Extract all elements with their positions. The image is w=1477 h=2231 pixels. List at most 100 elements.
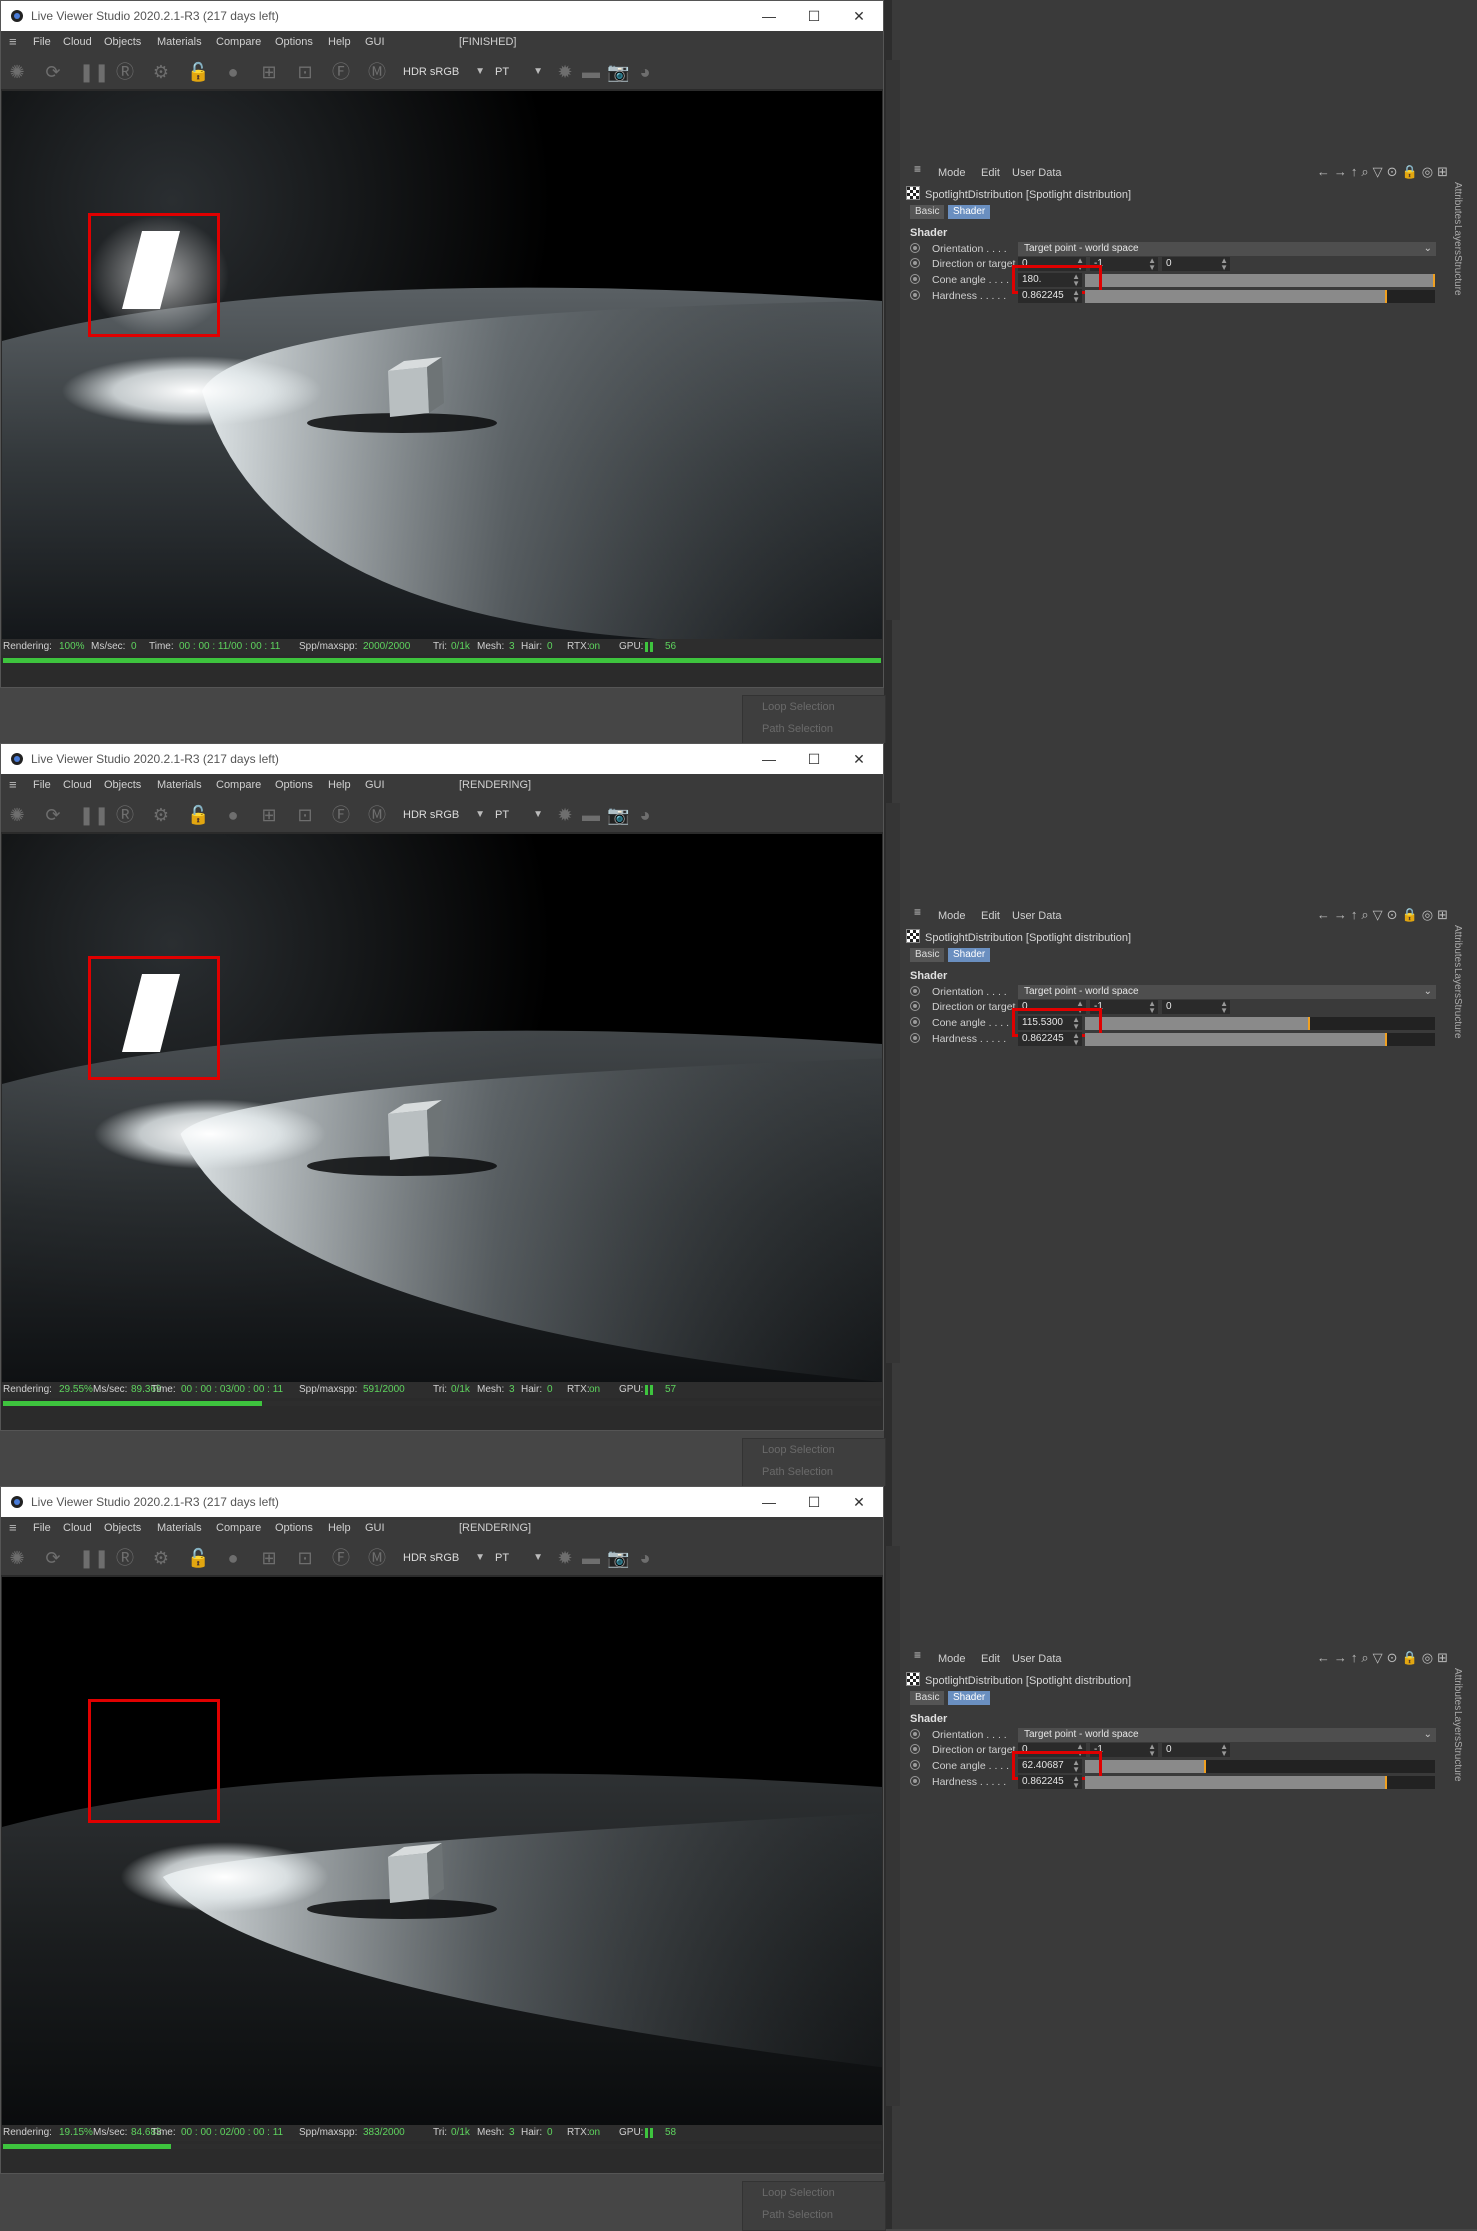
hardness-slider-knob[interactable]	[1384, 1776, 1387, 1789]
spinner-icon[interactable]: ▲ ▼	[1148, 1743, 1156, 1758]
menu-options[interactable]: Options	[275, 779, 313, 791]
side-tab-attributes[interactable]: Attributes	[1452, 1668, 1463, 1710]
cone-angle-slider[interactable]	[1085, 1017, 1435, 1030]
camera-icon[interactable]: 📷	[607, 62, 629, 82]
restart-icon[interactable]: ⟳	[43, 62, 63, 82]
menu-objects[interactable]: Objects	[104, 1522, 141, 1534]
animation-radio-icon[interactable]	[910, 986, 920, 996]
snowflake-icon[interactable]: ✹	[555, 1548, 575, 1568]
aperture-icon[interactable]: ✺	[7, 1548, 27, 1568]
color-space-select[interactable]: HDR sRGB ▼	[403, 63, 485, 81]
spinner-icon[interactable]: ▲ ▼	[1220, 1000, 1228, 1015]
hamburger-icon[interactable]: ≡	[9, 35, 17, 48]
animation-radio-icon[interactable]	[910, 243, 920, 253]
add-region-icon[interactable]: ⊞	[259, 62, 279, 82]
minimize-button[interactable]: —	[749, 748, 789, 770]
direction-z-field[interactable]: 0 ▲ ▼	[1162, 1000, 1230, 1015]
attr-menu-edit[interactable]: Edit	[981, 167, 1000, 179]
tab-shader[interactable]: Shader	[948, 1691, 991, 1705]
kernel-select[interactable]: PT ▼	[495, 806, 543, 824]
pause-icon[interactable]: ❚❚	[79, 1548, 109, 1568]
attr-nav-icons[interactable]: ←→↑⌕▽⊙🔒◎⊞	[1317, 907, 1452, 923]
maximize-button[interactable]: ☐	[794, 5, 834, 27]
menu-objects[interactable]: Objects	[104, 779, 141, 791]
maximize-button[interactable]: ☐	[794, 1491, 834, 1513]
menu-file[interactable]: File	[33, 1522, 51, 1534]
hardness-slider-knob[interactable]	[1384, 290, 1387, 303]
hardness-slider-knob[interactable]	[1384, 1033, 1387, 1046]
hardness-slider[interactable]	[1085, 1776, 1435, 1789]
animation-radio-icon[interactable]	[910, 1001, 920, 1011]
sphere-icon[interactable]: ●	[223, 805, 243, 825]
tab-basic[interactable]: Basic	[910, 205, 945, 219]
render-viewport[interactable]	[2, 91, 882, 639]
focus-picker-icon[interactable]: ⊡	[295, 805, 315, 825]
maximize-button[interactable]: ☐	[794, 748, 834, 770]
region-render-icon[interactable]: Ⓡ	[115, 805, 135, 825]
material-pick-icon[interactable]: Ⓜ	[367, 805, 387, 825]
attr-nav-icons[interactable]: ←→↑⌕▽⊙🔒◎⊞	[1317, 164, 1452, 180]
lock-icon[interactable]: 🔓	[187, 1548, 209, 1568]
menu-cloud[interactable]: Cloud	[63, 36, 92, 48]
sphere-icon[interactable]: ●	[223, 1548, 243, 1568]
clay-mode-icon[interactable]: ▬	[581, 805, 601, 825]
menu-help[interactable]: Help	[328, 779, 351, 791]
cone-angle-slider[interactable]	[1085, 274, 1435, 287]
animation-radio-icon[interactable]	[910, 1729, 920, 1739]
add-region-icon[interactable]: ⊞	[259, 1548, 279, 1568]
camera-icon[interactable]: 📷	[607, 805, 629, 825]
hardness-slider[interactable]	[1085, 1033, 1435, 1046]
side-tab-layers[interactable]: Layers	[1452, 968, 1463, 998]
focus-picker-icon[interactable]: ⊡	[295, 62, 315, 82]
pause-icon[interactable]: ❚❚	[79, 805, 109, 825]
cone-angle-slider-knob[interactable]	[1433, 274, 1435, 287]
film-icon[interactable]: Ⓕ	[331, 805, 351, 825]
tab-basic[interactable]: Basic	[910, 1691, 945, 1705]
side-tab-attributes[interactable]: Attributes	[1452, 925, 1463, 967]
spinner-icon[interactable]: ▲ ▼	[1220, 257, 1228, 272]
menu-options[interactable]: Options	[275, 36, 313, 48]
film-icon[interactable]: Ⓕ	[331, 62, 351, 82]
animation-radio-icon[interactable]	[910, 1776, 920, 1786]
render-viewport[interactable]	[2, 1577, 882, 2125]
focus-picker-icon[interactable]: ⊡	[295, 1548, 315, 1568]
direction-z-field[interactable]: 0 ▲ ▼	[1162, 257, 1230, 272]
hardness-field[interactable]: 0.862245 ▲ ▼	[1018, 1775, 1082, 1790]
aperture-icon[interactable]: ✺	[7, 62, 27, 82]
side-tab-structure[interactable]: Structure	[1452, 1741, 1463, 1782]
material-pick-icon[interactable]: Ⓜ	[367, 1548, 387, 1568]
menu-gui[interactable]: GUI	[365, 1522, 385, 1534]
region-render-icon[interactable]: Ⓡ	[115, 1548, 135, 1568]
orientation-dropdown[interactable]: Target point - world space ⌄	[1018, 1728, 1436, 1742]
spinner-icon[interactable]: ▲ ▼	[1220, 1743, 1228, 1758]
menu-materials[interactable]: Materials	[157, 1522, 202, 1534]
orientation-dropdown[interactable]: Target point - world space ⌄	[1018, 985, 1436, 999]
material-pick-icon[interactable]: Ⓜ	[367, 62, 387, 82]
cone-angle-slider-knob[interactable]	[1204, 1760, 1207, 1773]
menu-gui[interactable]: GUI	[365, 36, 385, 48]
tab-basic[interactable]: Basic	[910, 948, 945, 962]
attr-menu-edit[interactable]: Edit	[981, 910, 1000, 922]
tab-shader[interactable]: Shader	[948, 948, 991, 962]
add-region-icon[interactable]: ⊞	[259, 805, 279, 825]
color-space-select[interactable]: HDR sRGB ▼	[403, 1549, 485, 1567]
menu-materials[interactable]: Materials	[157, 36, 202, 48]
attr-menu-edit[interactable]: Edit	[981, 1653, 1000, 1665]
close-button[interactable]: ✕	[839, 748, 879, 770]
menu-options[interactable]: Options	[275, 1522, 313, 1534]
menu-compare[interactable]: Compare	[216, 779, 261, 791]
orientation-dropdown[interactable]: Target point - world space ⌄	[1018, 242, 1436, 256]
close-button[interactable]: ✕	[839, 5, 879, 27]
side-tab-attributes[interactable]: Attributes	[1452, 182, 1463, 224]
settings-gear-icon[interactable]: ⚙	[151, 62, 171, 82]
spinner-icon[interactable]: ▲ ▼	[1148, 1000, 1156, 1015]
render-viewport[interactable]	[2, 834, 882, 1382]
animation-radio-icon[interactable]	[910, 1760, 920, 1770]
tab-shader[interactable]: Shader	[948, 205, 991, 219]
hardness-field[interactable]: 0.862245 ▲ ▼	[1018, 289, 1082, 304]
region-render-icon[interactable]: Ⓡ	[115, 62, 135, 82]
menu-compare[interactable]: Compare	[216, 36, 261, 48]
attr-menu-mode[interactable]: Mode	[938, 167, 966, 179]
side-tab-structure[interactable]: Structure	[1452, 998, 1463, 1039]
attr-menu-mode[interactable]: Mode	[938, 1653, 966, 1665]
